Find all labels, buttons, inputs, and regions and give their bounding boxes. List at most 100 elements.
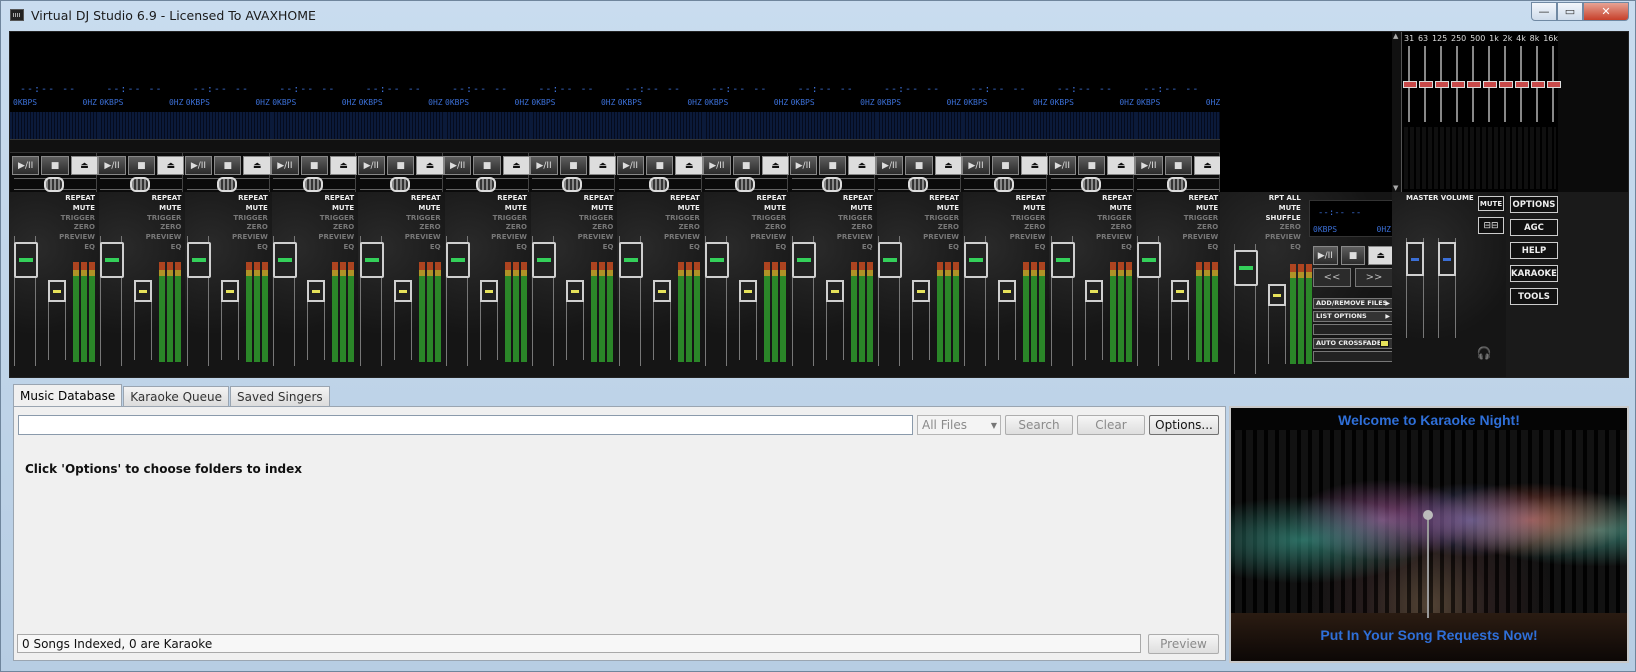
track-position-strip[interactable]: [614, 139, 704, 153]
preview-toggle[interactable]: PREVIEW: [318, 233, 354, 243]
track-position-strip[interactable]: [442, 139, 531, 153]
master-volume-right-fader[interactable]: [1438, 238, 1456, 338]
volume-fader[interactable]: [359, 236, 384, 366]
stop-button[interactable]: ■: [1340, 246, 1366, 265]
mute-toggle[interactable]: MUTE: [1096, 204, 1132, 214]
repeat-toggle[interactable]: REPEAT: [1182, 194, 1218, 204]
track-position-strip[interactable]: [874, 139, 963, 153]
mute-toggle[interactable]: MUTE: [578, 204, 613, 214]
volume-fader[interactable]: [186, 236, 211, 366]
preview-toggle[interactable]: PREVIEW: [232, 233, 268, 243]
zero-toggle[interactable]: ZERO: [1010, 223, 1045, 233]
clear-button[interactable]: Clear: [1077, 415, 1145, 435]
gain-fader[interactable]: [48, 280, 66, 360]
preview-toggle[interactable]: PREVIEW: [837, 233, 873, 243]
eq-toggle[interactable]: EQ: [232, 243, 268, 253]
auto-crossfade-toggle[interactable]: AUTO CROSSFADE: [1313, 338, 1393, 349]
tools-button[interactable]: TOOLS: [1510, 288, 1558, 305]
fader-knob[interactable]: [273, 242, 298, 278]
karaoke-button[interactable]: KARAOKE: [1510, 265, 1558, 282]
gain-fader[interactable]: [307, 280, 326, 360]
gain-knob[interactable]: [1268, 284, 1286, 306]
master-mute-button[interactable]: MUTE: [1478, 196, 1504, 211]
repeat-toggle[interactable]: REPEAT: [146, 194, 182, 204]
pitch-slider[interactable]: [273, 177, 356, 192]
eq-toggle[interactable]: EQ: [1182, 243, 1218, 253]
eq-band-slider[interactable]: [1419, 46, 1433, 122]
fader-knob[interactable]: [186, 242, 211, 278]
waveform-display[interactable]: [874, 112, 963, 139]
volume-fader[interactable]: [1137, 236, 1162, 366]
pitch-slider[interactable]: [100, 177, 183, 192]
zero-toggle[interactable]: ZERO: [405, 223, 440, 233]
stop-button[interactable]: ■: [300, 156, 328, 175]
fader-knob[interactable]: [1050, 242, 1075, 278]
zero-toggle[interactable]: ZERO: [578, 223, 613, 233]
play-pause-button[interactable]: ▶/II: [444, 156, 472, 175]
play-pause-button[interactable]: ▶/II: [12, 156, 40, 175]
gain-knob[interactable]: [393, 280, 412, 302]
volume-fader[interactable]: [446, 236, 470, 366]
trigger-toggle[interactable]: TRIGGER: [1096, 214, 1131, 224]
fader-knob[interactable]: [359, 242, 384, 278]
mute-toggle[interactable]: MUTE: [146, 204, 181, 214]
volume-fader[interactable]: [791, 236, 816, 366]
pitch-knob[interactable]: [908, 177, 928, 192]
options-button[interactable]: Options...: [1149, 415, 1219, 435]
repeat-toggle[interactable]: REPEAT: [837, 194, 873, 204]
gain-knob[interactable]: [220, 280, 239, 302]
mute-toggle[interactable]: MUTE: [1010, 204, 1045, 214]
zero-toggle[interactable]: ZERO: [837, 223, 872, 233]
pitch-knob[interactable]: [44, 177, 64, 192]
pitch-knob[interactable]: [994, 177, 1015, 192]
eq-band-slider[interactable]: [1403, 46, 1417, 122]
repeat-toggle[interactable]: REPEAT: [750, 194, 786, 204]
trigger-toggle[interactable]: TRIGGER: [491, 214, 527, 224]
play-pause-button[interactable]: ▶/II: [530, 156, 558, 175]
search-button[interactable]: Search: [1005, 415, 1073, 435]
eq-toggle[interactable]: EQ: [1096, 243, 1132, 253]
pitch-knob[interactable]: [1167, 177, 1188, 192]
preview-button[interactable]: Preview: [1148, 634, 1219, 654]
zero-toggle[interactable]: ZERO: [1096, 223, 1132, 233]
eq-band-slider[interactable]: [1451, 46, 1465, 122]
gain-knob[interactable]: [912, 280, 930, 302]
pitch-slider[interactable]: [1137, 177, 1220, 192]
gain-fader[interactable]: [393, 280, 412, 360]
pitch-knob[interactable]: [130, 177, 151, 192]
next-track-button[interactable]: >>: [1355, 268, 1393, 287]
eq-band-slider[interactable]: [1435, 46, 1449, 122]
fader-knob[interactable]: [1438, 242, 1456, 276]
preview-toggle[interactable]: PREVIEW: [405, 233, 441, 243]
track-position-strip[interactable]: [10, 139, 99, 153]
track-position-strip[interactable]: [269, 139, 359, 153]
tab-saved-singers[interactable]: Saved Singers: [230, 386, 330, 406]
repeat-toggle[interactable]: REPEAT: [923, 194, 959, 204]
mute-toggle[interactable]: MUTE: [59, 204, 95, 214]
zero-toggle[interactable]: ZERO: [923, 223, 959, 233]
trigger-toggle[interactable]: TRIGGER: [1182, 214, 1218, 224]
gain-knob[interactable]: [134, 280, 153, 302]
zero-toggle[interactable]: ZERO: [664, 223, 700, 233]
preview-toggle[interactable]: PREVIEW: [1265, 233, 1301, 243]
play-pause-button[interactable]: ▶/II: [876, 156, 904, 175]
eject-button[interactable]: ⏏: [502, 156, 530, 175]
mute-toggle[interactable]: MUTE: [837, 204, 872, 214]
gain-knob[interactable]: [1084, 280, 1103, 302]
eq-toggle[interactable]: EQ: [405, 243, 441, 253]
eq-band-slider[interactable]: [1467, 46, 1481, 122]
fader-knob[interactable]: [964, 242, 989, 278]
gain-fader[interactable]: [480, 280, 498, 360]
file-filter-select[interactable]: All Files ▼: [917, 415, 1001, 435]
waveform-display[interactable]: [182, 112, 272, 139]
eject-button[interactable]: ⏏: [675, 156, 703, 175]
pitch-slider[interactable]: [446, 177, 528, 192]
preview-toggle[interactable]: PREVIEW: [578, 233, 614, 243]
zero-toggle[interactable]: ZERO: [232, 223, 268, 233]
preview-toggle[interactable]: PREVIEW: [146, 233, 182, 243]
zero-toggle[interactable]: ZERO: [318, 223, 354, 233]
gain-fader[interactable]: [998, 280, 1017, 360]
fader-knob[interactable]: [705, 242, 730, 278]
eq-toggle[interactable]: EQ: [1265, 243, 1301, 253]
repeat-toggle[interactable]: REPEAT: [1096, 194, 1132, 204]
